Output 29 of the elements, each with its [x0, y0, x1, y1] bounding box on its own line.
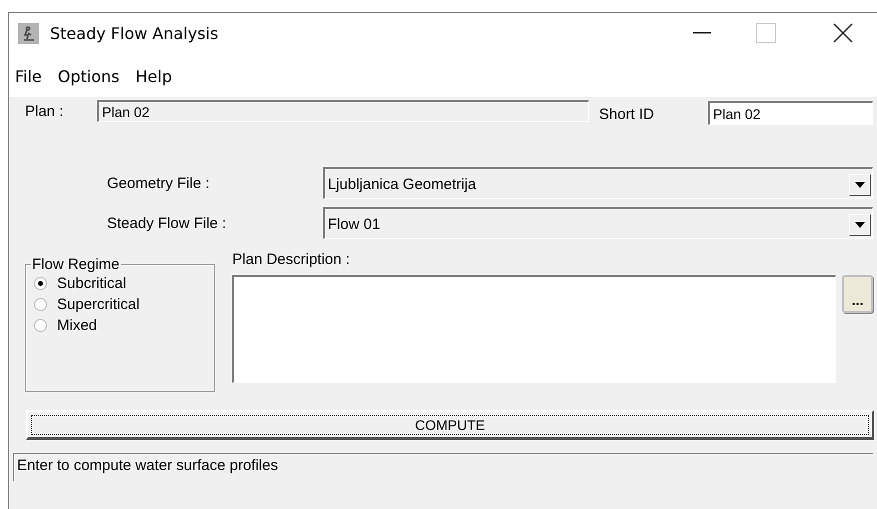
- status-bar: Enter to compute water surface profiles: [13, 453, 873, 481]
- app-icon: [18, 22, 39, 44]
- window-title: Steady Flow Analysis: [50, 24, 220, 42]
- radio-option[interactable]: Subcritical: [34, 273, 214, 294]
- plan-description-field[interactable]: [232, 275, 836, 383]
- menu-item[interactable]: Options: [54, 64, 127, 88]
- plan-label: Plan :: [25, 102, 64, 120]
- geometry-file-label: Geometry File :: [107, 174, 211, 192]
- caret-icon: [855, 222, 865, 228]
- radio-option[interactable]: Mixed: [34, 315, 214, 336]
- radio-button[interactable]: [34, 319, 47, 332]
- radio-button[interactable]: [34, 277, 47, 290]
- radio-option[interactable]: Supercritical: [34, 294, 214, 315]
- menu-item[interactable]: Help: [132, 64, 179, 88]
- steady-flow-file-dropdown[interactable]: Flow 01: [322, 207, 873, 239]
- minimize-icon[interactable]: [693, 32, 711, 34]
- plan-description-label: Plan Description :: [232, 251, 351, 270]
- menu-item[interactable]: File: [11, 64, 49, 88]
- geometry-file-dropdown[interactable]: Ljubljanica Geometrija: [322, 167, 873, 199]
- short-id-label: Short ID: [599, 106, 656, 123]
- short-id-field[interactable]: Plan 02: [708, 101, 873, 125]
- close-icon[interactable]: [833, 23, 853, 43]
- browse-button[interactable]: ...: [842, 275, 873, 313]
- plan-field[interactable]: Plan 02: [97, 100, 589, 122]
- radio-button[interactable]: [34, 298, 47, 311]
- steady-flow-file-label: Steady Flow File :: [107, 214, 228, 232]
- compute-button[interactable]: COMPUTE: [26, 410, 874, 440]
- caret-icon: [855, 182, 865, 188]
- group-title: Flow Regime: [31, 256, 121, 273]
